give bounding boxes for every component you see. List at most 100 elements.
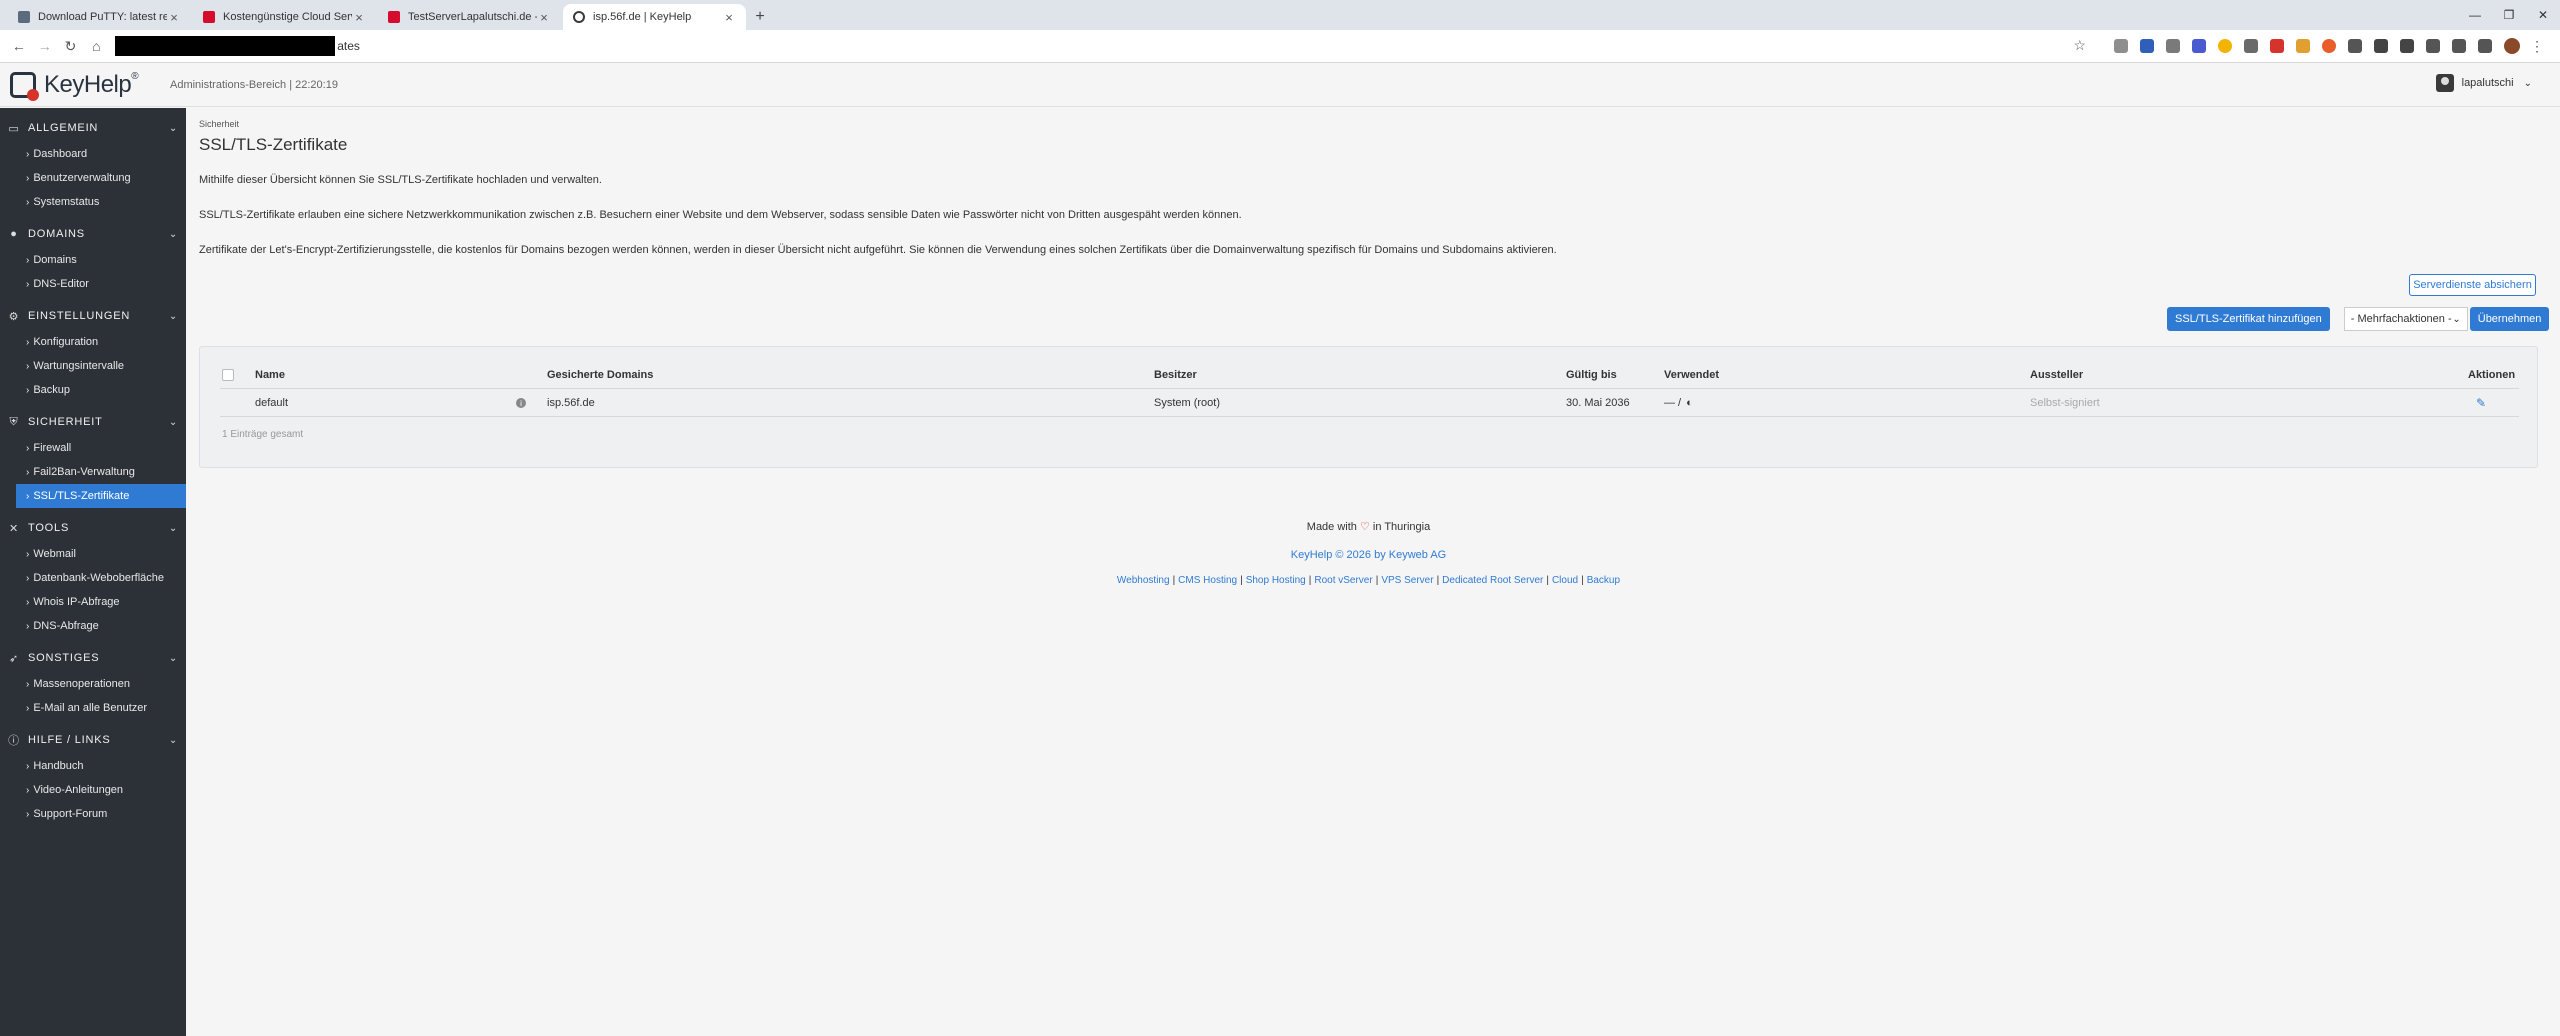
cert-domains: isp.56f.de <box>547 397 595 409</box>
sidebar-item-label: Massenoperationen <box>33 678 130 690</box>
select-all-checkbox[interactable] <box>222 369 234 381</box>
sidebar-section-allgemein[interactable]: ▭ ALLGEMEIN ⌄ <box>0 114 186 142</box>
column-header-valid[interactable]: Gültig bis <box>1566 361 1617 389</box>
sidebar-item-label: Webmail <box>33 548 76 560</box>
column-header-owner[interactable]: Besitzer <box>1154 361 1197 389</box>
sidebar-section-hilfe-links[interactable]: ⓘ HILFE / LINKS ⌄ <box>0 726 186 754</box>
footer-link[interactable]: Root vServer <box>1314 575 1372 586</box>
profile-avatar[interactable] <box>2504 38 2521 54</box>
sidebar-item-wartungsintervalle[interactable]: › Wartungsintervalle <box>0 354 186 378</box>
sidebar-item-e-mail-an-alle-benutzer[interactable]: › E-Mail an alle Benutzer <box>0 696 186 720</box>
sidebar-item-massenoperationen[interactable]: › Massenoperationen <box>0 672 186 696</box>
sidebar-item-whois-ip-abfrage[interactable]: › Whois IP-Abfrage <box>0 590 186 614</box>
keyhelp-logo[interactable]: KeyHelp® <box>10 71 139 101</box>
edit-pencil-icon[interactable]: ✎ <box>2476 396 2486 410</box>
close-tab-icon[interactable]: × <box>722 10 736 25</box>
extension-icon[interactable] <box>2270 39 2285 53</box>
sidebar-item-webmail[interactable]: › Webmail <box>0 542 186 566</box>
sidebar-item-dns-abfrage[interactable]: › DNS-Abfrage <box>0 614 186 638</box>
info-icon[interactable]: i <box>516 398 526 408</box>
add-certificate-button[interactable]: SSL/TLS-Zertifikat hinzufügen <box>2167 307 2330 331</box>
sidebar-item-backup[interactable]: › Backup <box>0 378 186 402</box>
reading-list-icon[interactable] <box>2478 39 2493 53</box>
sidebar-item-support-forum[interactable]: › Support-Forum <box>0 802 186 826</box>
print-icon[interactable] <box>2426 39 2441 53</box>
close-tab-icon[interactable]: × <box>352 10 366 25</box>
sidebar-item-systemstatus[interactable]: › Systemstatus <box>0 190 186 214</box>
extension-icon[interactable] <box>2166 39 2181 53</box>
back-icon[interactable]: ← <box>8 35 30 57</box>
sidebar-item-label: Firewall <box>33 442 72 454</box>
puzzle-icon[interactable] <box>2348 39 2363 53</box>
sidebar-section-einstellungen[interactable]: ⚙ EINSTELLUNGEN ⌄ <box>0 302 186 330</box>
sidebar-item-dashboard[interactable]: › Dashboard <box>0 142 186 166</box>
extension-icon[interactable] <box>2374 39 2389 53</box>
sidebar-section-label: ALLGEMEIN <box>28 122 99 134</box>
footer-link[interactable]: Backup <box>1587 575 1620 586</box>
sidebar-item-datenbank-weboberfl-che[interactable]: › Datenbank-Weboberfläche <box>0 566 186 590</box>
sidebar-item-video-anleitungen[interactable]: › Video-Anleitungen <box>0 778 186 802</box>
apply-button[interactable]: Übernehmen <box>2469 307 2550 331</box>
browser-tab-active[interactable]: isp.56f.de | KeyHelp × <box>563 4 746 30</box>
sidebar-item-handbuch[interactable]: › Handbuch <box>0 754 186 778</box>
trash-icon[interactable] <box>2452 39 2467 53</box>
sidebar-section-sonstiges[interactable]: ➶ SONSTIGES ⌄ <box>0 644 186 672</box>
column-header-name[interactable]: Name <box>255 361 285 389</box>
sidebar-item-domains[interactable]: › Domains <box>0 248 186 272</box>
reload-icon[interactable]: ↻ <box>60 35 82 57</box>
sidebar-section-tools[interactable]: ✕ TOOLS ⌄ <box>0 514 186 542</box>
footer-link[interactable]: Dedicated Root Server <box>1442 575 1543 586</box>
camera-extension-icon[interactable] <box>2114 39 2129 53</box>
sidebar-item-firewall[interactable]: › Firewall <box>0 436 186 460</box>
sidebar-item-konfiguration[interactable]: › Konfiguration <box>0 330 186 354</box>
chrome-extension-icon[interactable] <box>2218 39 2233 53</box>
footer-link[interactable]: Webhosting <box>1117 575 1170 586</box>
footer-link[interactable]: CMS Hosting <box>1178 575 1237 586</box>
sidebar-section-sicherheit[interactable]: ⛨ SICHERHEIT ⌄ <box>0 408 186 436</box>
sidebar-item-benutzerverwaltung[interactable]: › Benutzerverwaltung <box>0 166 186 190</box>
secure-services-button[interactable]: Serverdienste absichern <box>2409 274 2536 296</box>
column-header-domains[interactable]: Gesicherte Domains <box>547 361 653 389</box>
extension-icon[interactable] <box>2140 39 2155 53</box>
sidebar-item-dns-editor[interactable]: › DNS-Editor <box>0 272 186 296</box>
chevron-right-icon: › <box>26 678 30 690</box>
user-menu[interactable]: lapalutschi ⌄ <box>2435 74 2532 92</box>
column-header-issuer[interactable]: Aussteller <box>2030 361 2083 389</box>
breadcrumb[interactable]: Sicherheit <box>199 119 2539 129</box>
chevron-down-icon: ⌄ <box>168 734 178 746</box>
browser-tab[interactable]: Kostengünstige Cloud Server f × <box>193 4 376 30</box>
browser-tab[interactable]: Download PuTTY: latest release × <box>8 4 191 30</box>
home-icon[interactable]: ⌂ <box>85 35 107 57</box>
extension-icon[interactable] <box>2192 39 2207 53</box>
copyright-link[interactable]: KeyHelp © 2026 by Keyweb AG <box>199 549 2538 561</box>
maximize-icon[interactable]: ❐ <box>2492 0 2526 30</box>
footer-link[interactable]: VPS Server <box>1381 575 1433 586</box>
key-icon[interactable] <box>2400 39 2415 53</box>
close-tab-icon[interactable]: × <box>537 10 551 25</box>
link-separator: | <box>1375 575 1379 586</box>
cert-issuer: Selbst-signiert <box>2030 397 2100 409</box>
bookmark-star-icon[interactable]: ☆ <box>2073 37 2086 54</box>
forward-icon[interactable]: → <box>34 35 56 57</box>
browser-tab[interactable]: TestServerLapalutschi.de - Hetz × <box>378 4 561 30</box>
extension-icon[interactable] <box>2322 39 2337 53</box>
minimize-icon[interactable]: — <box>2458 0 2492 30</box>
new-tab-icon[interactable]: + <box>748 4 772 30</box>
chevron-down-icon: ⌄ <box>168 122 178 134</box>
extension-icon[interactable] <box>2244 39 2259 53</box>
footer-link[interactable]: Cloud <box>1552 575 1578 586</box>
close-window-icon[interactable]: ✕ <box>2526 0 2560 30</box>
sidebar-section-domains[interactable]: ● DOMAINS ⌄ <box>0 220 186 248</box>
menu-icon[interactable]: ⋮ <box>2526 35 2548 57</box>
sidebar-item-label: E-Mail an alle Benutzer <box>33 702 148 714</box>
sidebar-item-ssl-tls-zertifikate[interactable]: › SSL/TLS-Zertifikate <box>16 484 186 508</box>
sidebar-item-label: Handbuch <box>33 760 84 772</box>
column-header-used[interactable]: Verwendet <box>1664 361 1719 389</box>
url-input[interactable]: ates ☆ <box>115 34 2089 58</box>
extension-icon[interactable] <box>2296 39 2311 53</box>
footer-link[interactable]: Shop Hosting <box>1246 575 1306 586</box>
sidebar-item-label: Fail2Ban-Verwaltung <box>33 466 135 478</box>
bulk-actions-select[interactable]: - Mehrfachaktionen - ⌄ <box>2343 307 2468 331</box>
sidebar-item-fail2ban-verwaltung[interactable]: › Fail2Ban-Verwaltung <box>0 460 186 484</box>
close-tab-icon[interactable]: × <box>167 10 181 25</box>
